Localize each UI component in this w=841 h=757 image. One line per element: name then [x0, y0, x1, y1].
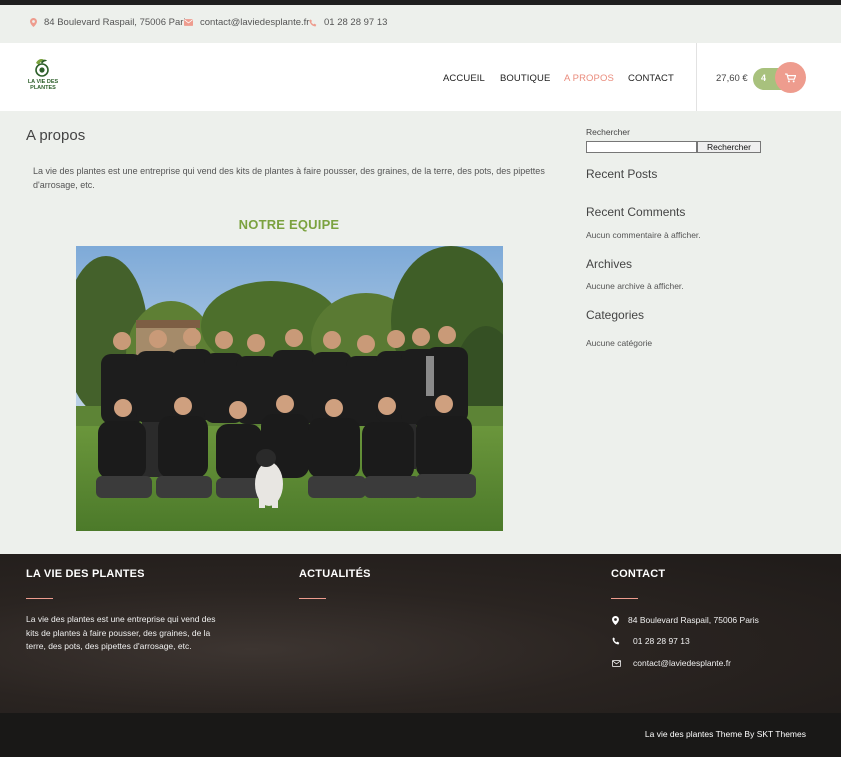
nav-contact[interactable]: CONTACT: [628, 73, 674, 84]
footer-email-text: contact@laviedesplante.fr: [633, 658, 731, 668]
team-photo-image: [76, 246, 503, 531]
recent-posts-title: Recent Posts: [586, 167, 658, 181]
recent-comments-title: Recent Comments: [586, 205, 686, 219]
plant-logo-icon: [35, 59, 49, 77]
footer-phone: 01 28 28 97 13: [612, 636, 690, 646]
nav-accueil[interactable]: ACCUEIL: [443, 73, 485, 84]
site-logo[interactable]: [24, 57, 62, 97]
search-button[interactable]: Rechercher: [697, 141, 761, 153]
logo-text: LA VIE DES PLANTES: [24, 79, 62, 91]
team-photo: [76, 246, 503, 531]
recent-comments-empty: Aucun commentaire à afficher.: [586, 230, 701, 240]
phone-icon: [309, 18, 317, 26]
search-label: Rechercher: [586, 127, 630, 137]
categories-title: Categories: [586, 308, 645, 322]
footer-about-rule: [26, 598, 53, 599]
topbar-phone: 01 28 28 97 13: [309, 17, 387, 28]
nav-a-propos[interactable]: A PROPOS: [564, 73, 614, 84]
theme-credit[interactable]: La vie des plantes Theme By SKT Themes: [645, 729, 806, 739]
footer-email[interactable]: contact@laviedesplante.fr: [612, 658, 731, 668]
envelope-icon: [184, 19, 193, 26]
footer-address: 84 Boulevard Raspail, 75006 Paris: [612, 615, 759, 625]
site-header: LA VIE DES PLANTES ACCUEIL BOUTIQUE A PR…: [0, 43, 841, 111]
footer-address-text: 84 Boulevard Raspail, 75006 Paris: [628, 615, 759, 625]
info-bar: 84 Boulevard Raspail, 75006 Paris contac…: [0, 5, 841, 43]
archives-empty: Aucune archive à afficher.: [586, 281, 684, 291]
copyright-bar: La vie des plantes Theme By SKT Themes: [0, 713, 841, 757]
footer-contact-rule: [611, 598, 638, 599]
nav-boutique[interactable]: BOUTIQUE: [500, 73, 550, 84]
cart-total[interactable]: 27,60 €: [716, 73, 748, 84]
header-divider: [696, 43, 697, 111]
map-pin-icon: [612, 615, 619, 625]
topbar-phone-text: 01 28 28 97 13: [324, 17, 388, 28]
logo-text-line2: PLANTES: [30, 85, 56, 91]
cart-button[interactable]: [775, 62, 806, 93]
footer-about-text: La vie des plantes est une entreprise qu…: [26, 614, 216, 651]
topbar-email[interactable]: contact@laviedesplante.fr: [184, 17, 309, 28]
team-heading: NOTRE EQUIPE: [238, 217, 340, 232]
shopping-cart-icon: [785, 72, 796, 82]
phone-icon: [612, 637, 620, 645]
topbar-email-text: contact@laviedesplante.fr: [200, 17, 310, 28]
categories-empty: Aucune catégorie: [586, 338, 653, 348]
intro-text: La vie des plantes est une entreprise qu…: [33, 166, 545, 190]
envelope-icon: [612, 659, 621, 667]
search-input[interactable]: [586, 141, 697, 153]
footer-news-title: ACTUALITÉS: [299, 568, 371, 580]
footer-contact-title: CONTACT: [611, 568, 666, 580]
topbar-address-text: 84 Boulevard Raspail, 75006 Paris: [44, 17, 191, 28]
cart-count: 4: [761, 73, 767, 83]
footer-news-rule: [299, 598, 326, 599]
topbar-address: 84 Boulevard Raspail, 75006 Paris: [30, 17, 190, 28]
page-title: A propos: [26, 127, 86, 144]
footer-phone-text: 01 28 28 97 13: [633, 636, 690, 646]
archives-title: Archives: [586, 257, 633, 271]
footer-about-title: LA VIE DES PLANTES: [26, 568, 145, 580]
map-pin-icon: [30, 18, 37, 27]
